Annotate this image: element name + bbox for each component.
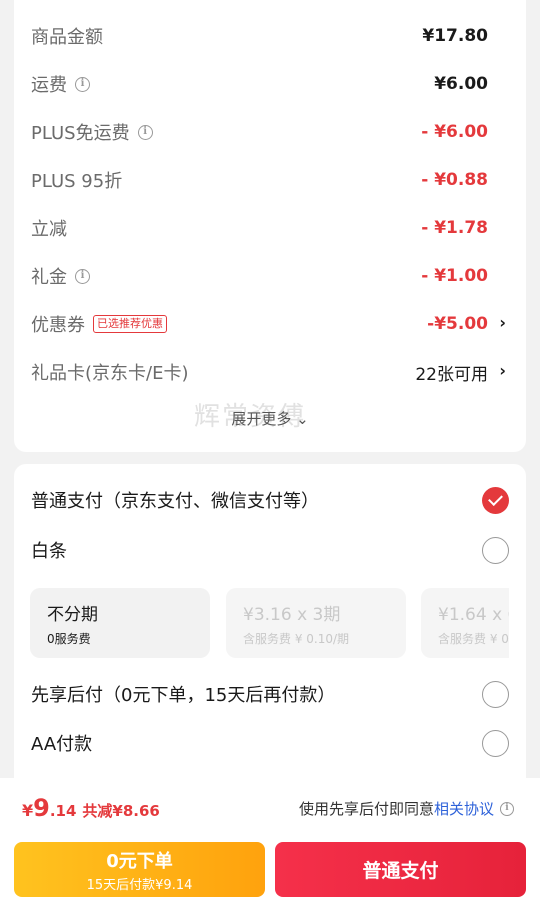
- chevron-right-icon: ›: [499, 313, 506, 332]
- payment-label: 普通支付（京东支付、微信支付等）: [31, 491, 319, 512]
- summary-row-coupon[interactable]: 优惠券 已选推荐优惠 -¥5.00 ›: [31, 310, 506, 338]
- pay-later-sub: 15天后付款¥9.14: [86, 877, 193, 893]
- coupon-value: -¥5.00: [427, 314, 488, 334]
- payment-method-card: 普通支付（京东支付、微信支付等） 白条 不分期 0服务费 ¥3.16 x 3期 …: [14, 464, 526, 794]
- payment-label: 先享后付（0元下单，15天后再付款）: [31, 685, 336, 706]
- normal-pay-button[interactable]: 普通支付: [275, 842, 526, 897]
- summary-row-plus-free-shipping: PLUS免运费 i - ¥6.00: [31, 118, 488, 146]
- summary-label: PLUS 95折: [31, 171, 123, 192]
- installment-title: ¥3.16 x 3期: [243, 605, 341, 625]
- summary-label: 商品金额: [31, 27, 103, 48]
- coupon-label: 优惠券: [31, 315, 85, 336]
- summary-value: - ¥6.00: [421, 122, 488, 142]
- radio-checked[interactable]: [482, 486, 509, 514]
- info-icon[interactable]: i: [500, 801, 514, 816]
- radio-unchecked[interactable]: [482, 536, 509, 564]
- pay-later-button[interactable]: 0元下单 15天后付款¥9.14: [14, 842, 265, 897]
- payment-option-baitiao[interactable]: 白条: [31, 534, 509, 566]
- info-icon[interactable]: i: [75, 268, 90, 284]
- summary-row-gift-card[interactable]: 礼品卡(京东卡/E卡) 22张可用 ›: [31, 358, 506, 386]
- expand-more-button[interactable]: 展开更多 ⌄: [14, 408, 526, 429]
- summary-value: - ¥1.78: [421, 218, 488, 238]
- gift-card-label: 礼品卡(京东卡/E卡): [31, 363, 189, 384]
- agreement-link[interactable]: 相关协议: [434, 798, 494, 819]
- summary-label: 礼金: [31, 267, 67, 288]
- installment-options: 不分期 0服务费 ¥3.16 x 3期 含服务费 ¥ 0.10/期 ¥1.64 …: [30, 588, 509, 658]
- radio-unchecked[interactable]: [482, 729, 509, 757]
- chevron-down-icon: ⌄: [296, 410, 309, 428]
- summary-value: ¥17.80: [422, 26, 488, 46]
- summary-label: PLUS免运费: [31, 123, 130, 144]
- total-saved: 共减¥8.66: [82, 802, 160, 820]
- installment-title: 不分期: [47, 605, 98, 625]
- summary-value: - ¥0.88: [421, 170, 488, 190]
- agreement-text: 使用先享后付即同意 相关协议 i: [299, 798, 514, 819]
- payment-option-normal[interactable]: 普通支付（京东支付、微信支付等）: [31, 484, 509, 516]
- info-icon[interactable]: i: [75, 76, 90, 92]
- payment-label: 白条: [31, 541, 67, 562]
- summary-label: 运费: [31, 75, 67, 96]
- chevron-right-icon: ›: [499, 361, 506, 380]
- summary-row-plus-discount: PLUS 95折 - ¥0.88: [31, 166, 488, 194]
- recommended-badge: 已选推荐优惠: [93, 315, 167, 333]
- summary-row-shipping: 运费 i ¥6.00: [31, 70, 488, 98]
- installment-option[interactable]: 不分期 0服务费: [30, 588, 210, 658]
- summary-label: 立减: [31, 219, 67, 240]
- radio-unchecked[interactable]: [482, 680, 509, 708]
- summary-row-instant-reduction: 立减 - ¥1.78: [31, 214, 488, 242]
- total-amount: ¥ 9 .14 共减¥8.66: [22, 794, 160, 822]
- summary-row-goods-amount: 商品金额 ¥17.80: [31, 22, 488, 50]
- agreement-prefix: 使用先享后付即同意: [298, 800, 434, 818]
- expand-label: 展开更多: [231, 410, 292, 428]
- total-decimal: .14: [49, 802, 77, 820]
- summary-value: - ¥1.00: [421, 266, 488, 286]
- summary-row-gift-money: 礼金 i - ¥1.00: [31, 262, 488, 290]
- summary-value: ¥6.00: [434, 74, 488, 94]
- payment-option-pay-later[interactable]: 先享后付（0元下单，15天后再付款）: [31, 678, 509, 710]
- currency-symbol: ¥: [22, 801, 34, 820]
- info-icon[interactable]: i: [137, 124, 153, 140]
- order-summary-card: 商品金额 ¥17.80 运费 i ¥6.00 PLUS免运费 i - ¥6.00 P…: [14, 0, 526, 452]
- payment-option-aa[interactable]: AA付款: [31, 727, 509, 759]
- payment-label: AA付款: [31, 734, 93, 755]
- checkout-bar: ¥ 9 .14 共减¥8.66 使用先享后付即同意 相关协议 i 0元下单 15…: [0, 778, 540, 913]
- total-integer: 9: [33, 794, 50, 822]
- installment-sub: 含服务费 ¥ 0.10/期: [243, 632, 350, 646]
- gift-card-value: 22张可用: [415, 364, 488, 385]
- installment-title: ¥1.64 x 6期: [438, 605, 509, 625]
- installment-option[interactable]: ¥3.16 x 3期 含服务费 ¥ 0.10/期: [226, 588, 406, 658]
- installment-sub: 含服务费 ¥ 0.10/期: [438, 632, 509, 646]
- installment-option[interactable]: ¥1.64 x 6期 含服务费 ¥ 0.10/期: [421, 588, 509, 658]
- installment-sub: 0服务费: [47, 632, 91, 646]
- normal-pay-label: 普通支付: [362, 860, 439, 882]
- pay-later-title: 0元下单: [106, 850, 173, 872]
